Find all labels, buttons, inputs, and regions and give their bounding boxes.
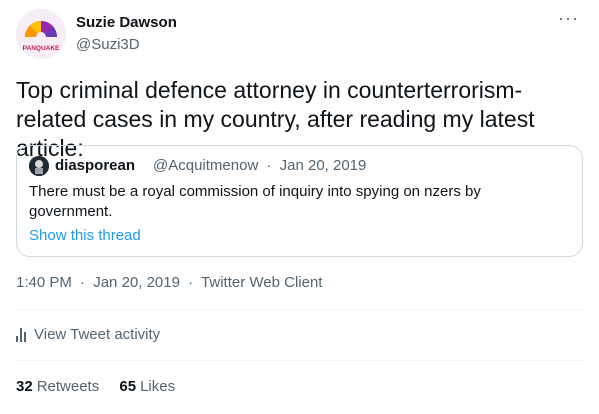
analytics-icon bbox=[16, 327, 26, 342]
quoted-meta: @Acquitmenow · Jan 20, 2019 bbox=[153, 157, 370, 174]
retweets-count: 32 bbox=[16, 378, 33, 395]
tweet-meta: 1:40 PM · Jan 20, 2019 · Twitter Web Cli… bbox=[16, 274, 326, 291]
quoted-date: Jan 20, 2019 bbox=[279, 157, 367, 174]
meta-separator: · bbox=[80, 274, 86, 291]
author-display-name[interactable]: Suzie Dawson bbox=[76, 14, 177, 31]
tweet-time[interactable]: 1:40 PM bbox=[16, 274, 72, 291]
quoted-text: There must be a royal commission of inqu… bbox=[29, 183, 481, 220]
show-thread-link[interactable]: Show this thread bbox=[29, 227, 141, 244]
view-tweet-activity-label: View Tweet activity bbox=[34, 326, 161, 343]
tweet-stats: 32 Retweets 65 Likes bbox=[16, 378, 191, 395]
meta-separator: · bbox=[188, 274, 194, 291]
avatar-logo-text: PANQUAKE bbox=[23, 45, 60, 52]
quoted-author-name: diasporean bbox=[55, 157, 136, 174]
author-avatar[interactable]: PANQUAKE bbox=[16, 9, 66, 59]
retweets-label: Retweets bbox=[36, 378, 100, 395]
quoted-handle: @Acquitmenow bbox=[153, 157, 259, 174]
view-tweet-activity-link[interactable]: View Tweet activity bbox=[16, 326, 160, 343]
retweets-stat[interactable]: 32 Retweets bbox=[16, 378, 103, 395]
panquake-logo-icon: PANQUAKE bbox=[16, 9, 66, 59]
quoted-separator: · bbox=[266, 157, 272, 174]
likes-label: Likes bbox=[140, 378, 176, 395]
quoted-avatar-icon bbox=[29, 156, 49, 176]
likes-stat[interactable]: 65 Likes bbox=[119, 378, 175, 395]
quoted-tweet-card[interactable]: diasporean @Acquitmenow · Jan 20, 2019 T… bbox=[16, 145, 583, 257]
likes-count: 65 bbox=[119, 378, 137, 395]
more-options-icon[interactable]: ··· bbox=[558, 8, 579, 29]
quoted-author-avatar bbox=[29, 156, 49, 176]
author-handle[interactable]: @Suzi3D bbox=[76, 36, 140, 53]
divider bbox=[16, 360, 583, 361]
divider bbox=[16, 309, 583, 310]
tweet-client[interactable]: Twitter Web Client bbox=[201, 274, 322, 291]
tweet-header: PANQUAKE Suzie Dawson @Suzi3D ··· bbox=[0, 0, 599, 64]
tweet-date[interactable]: Jan 20, 2019 bbox=[93, 274, 180, 291]
